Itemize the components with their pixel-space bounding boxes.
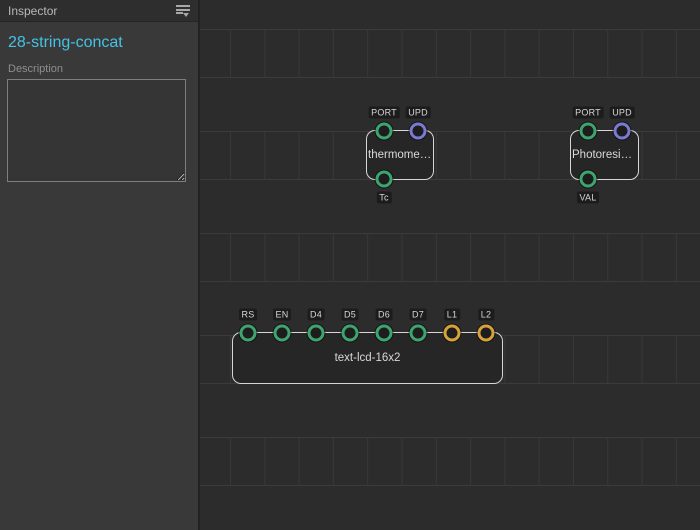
patch-name: 28-string-concat (0, 22, 198, 52)
pin-upd[interactable]: UPD (614, 123, 631, 140)
pin-upd[interactable]: UPD (410, 123, 427, 140)
node-label: thermomete… (367, 149, 433, 161)
pin-label: PORT (572, 107, 604, 119)
pin-circle (240, 325, 257, 342)
pin-label: L1 (444, 309, 460, 321)
description-label: Description (0, 52, 198, 77)
pin-label: UPD (405, 107, 431, 119)
pin-d4[interactable]: D4 (308, 325, 325, 342)
pin-label: VAL (577, 192, 600, 204)
node-label: text-lcd-16x2 (334, 352, 402, 364)
pin-label: D7 (409, 309, 427, 321)
inspector-title: Inspector (8, 4, 57, 18)
patch-canvas[interactable]: thermomete… PORT UPD Tc Photoresistor PO… (200, 0, 700, 530)
pin-d5[interactable]: D5 (342, 325, 359, 342)
pin-label: RS (239, 309, 258, 321)
pin-circle (580, 171, 597, 188)
pin-circle (444, 325, 461, 342)
pin-circle (342, 325, 359, 342)
pin-circle (614, 123, 631, 140)
pin-circle (274, 325, 291, 342)
node-text-lcd-16x2[interactable]: text-lcd-16x2 RS EN D4 D5 D6 D (232, 332, 503, 384)
description-textarea[interactable] (7, 79, 186, 182)
pin-circle (308, 325, 325, 342)
xod-ide-window: thermomete… PORT UPD Tc Photoresistor PO… (0, 0, 700, 530)
pin-circle (580, 123, 597, 140)
node-thermometer[interactable]: thermomete… PORT UPD Tc (366, 130, 434, 180)
pin-label: PORT (368, 107, 400, 119)
pin-d7[interactable]: D7 (410, 325, 427, 342)
pin-circle (376, 325, 393, 342)
inspector-header: Inspector (0, 0, 198, 22)
pin-en[interactable]: EN (274, 325, 291, 342)
pin-val[interactable]: VAL (580, 171, 597, 188)
pin-circle (478, 325, 495, 342)
pin-circle (410, 325, 427, 342)
pin-d6[interactable]: D6 (376, 325, 393, 342)
pin-tc[interactable]: Tc (376, 171, 393, 188)
sort-menu-icon[interactable] (176, 5, 190, 16)
pin-label: L2 (478, 309, 494, 321)
pin-circle (376, 123, 393, 140)
pin-rs[interactable]: RS (240, 325, 257, 342)
node-label: Photoresistor (571, 149, 638, 161)
pin-label: D4 (307, 309, 325, 321)
pin-label: D5 (341, 309, 359, 321)
pin-label: D6 (375, 309, 393, 321)
pin-port[interactable]: PORT (376, 123, 393, 140)
pin-label: Tc (376, 192, 391, 204)
pin-l1[interactable]: L1 (444, 325, 461, 342)
pin-label: UPD (609, 107, 635, 119)
pin-label: EN (273, 309, 292, 321)
pin-circle (410, 123, 427, 140)
inspector-panel: Inspector 28-string-concat Description (0, 0, 200, 530)
pin-l2[interactable]: L2 (478, 325, 495, 342)
node-photoresistor[interactable]: Photoresistor PORT UPD VAL (570, 130, 639, 180)
pin-port[interactable]: PORT (580, 123, 597, 140)
pin-circle (376, 171, 393, 188)
